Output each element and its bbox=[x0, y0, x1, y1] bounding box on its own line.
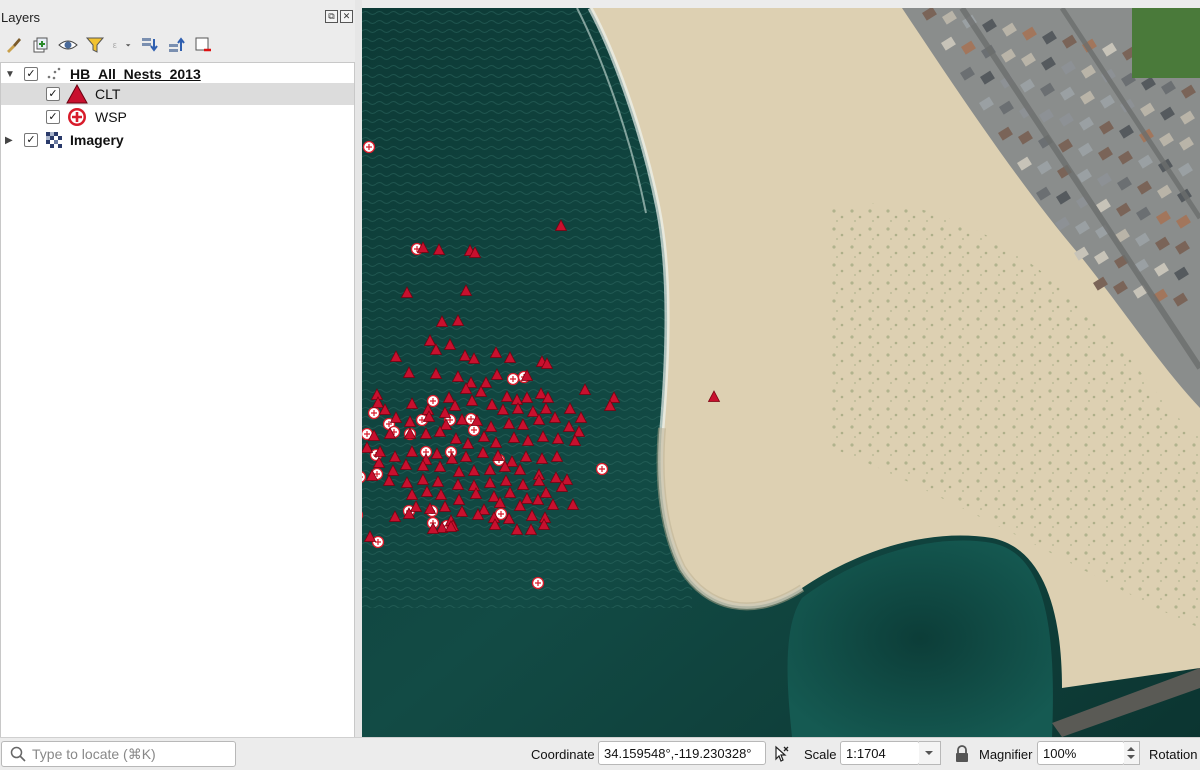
coordinate-field[interactable]: 34.159548°,-119.230328° bbox=[598, 741, 766, 765]
wsp-nest-marker bbox=[531, 576, 545, 590]
wsp-nest-marker bbox=[467, 423, 481, 437]
paintbrush-icon[interactable] bbox=[4, 35, 24, 55]
svg-text:ε: ε bbox=[113, 40, 117, 50]
search-icon bbox=[10, 746, 26, 767]
legend-checkbox-clt[interactable]: ✓ bbox=[46, 87, 60, 101]
layer-name-imagery: Imagery bbox=[70, 132, 124, 148]
locator-bar[interactable]: Type to locate (⌘K) bbox=[1, 741, 236, 767]
wsp-nest-marker bbox=[506, 372, 520, 386]
filter-icon[interactable] bbox=[85, 35, 105, 55]
map-canvas[interactable] bbox=[362, 8, 1200, 737]
remove-layer-icon[interactable] bbox=[193, 35, 213, 55]
panel-title: Layers bbox=[1, 10, 41, 25]
scale-label: Scale bbox=[804, 747, 837, 762]
legend-checkbox-wsp[interactable]: ✓ bbox=[46, 110, 60, 124]
scale-dropdown-button[interactable] bbox=[919, 741, 941, 765]
legend-label-clt: CLT bbox=[95, 86, 121, 102]
close-panel-button[interactable]: ✕ bbox=[340, 10, 353, 23]
panel-splitter[interactable] bbox=[355, 0, 362, 737]
satellite-imagery bbox=[362, 8, 1200, 737]
lock-icon[interactable] bbox=[954, 745, 970, 768]
locator-placeholder: Type to locate (⌘K) bbox=[32, 746, 156, 762]
legend-label-wsp: WSP bbox=[95, 109, 127, 125]
expand-arrow[interactable]: ▶ bbox=[5, 135, 13, 146]
wsp-nest-marker bbox=[426, 394, 440, 408]
expand-all-icon[interactable] bbox=[139, 35, 159, 55]
panel-header: Layers ⧉ ✕ bbox=[0, 0, 355, 25]
legend-row-clt[interactable]: ✓ CLT bbox=[1, 83, 354, 105]
add-group-icon[interactable] bbox=[31, 35, 51, 55]
layer-row-hb-all-nests[interactable]: ▼ ✓ HB_All_Nests_2013 bbox=[1, 63, 354, 85]
layer-row-imagery[interactable]: ▶ ✓ Imagery bbox=[1, 129, 354, 151]
status-bar: Type to locate (⌘K) Coordinate 34.159548… bbox=[0, 737, 1200, 770]
magnifier-label: Magnifier bbox=[979, 747, 1033, 762]
layer-checkbox[interactable]: ✓ bbox=[24, 67, 38, 81]
rotation-label: Rotation bbox=[1149, 747, 1198, 762]
eye-icon[interactable] bbox=[58, 35, 78, 55]
magnifier-stepper[interactable] bbox=[1124, 741, 1140, 765]
expression-filter-icon[interactable]: ε bbox=[112, 35, 132, 55]
mouse-toggle-extents-icon[interactable] bbox=[771, 744, 791, 769]
layers-toolbar: ε bbox=[0, 30, 355, 60]
collapse-all-icon[interactable] bbox=[166, 35, 186, 55]
raster-layer-icon bbox=[46, 132, 62, 153]
layer-name: HB_All_Nests_2013 bbox=[70, 66, 201, 82]
wsp-nest-marker bbox=[362, 140, 376, 154]
wsp-nest-marker bbox=[367, 406, 381, 420]
float-panel-button[interactable]: ⧉ bbox=[325, 10, 338, 23]
scale-field[interactable]: 1:1704 bbox=[840, 741, 920, 765]
imagery-checkbox[interactable]: ✓ bbox=[24, 133, 38, 147]
coordinate-label: Coordinate bbox=[531, 747, 595, 762]
legend-row-wsp[interactable]: ✓ WSP bbox=[1, 106, 354, 128]
magnifier-field[interactable]: 100% bbox=[1037, 741, 1125, 765]
collapse-arrow[interactable]: ▼ bbox=[5, 69, 15, 80]
wsp-nest-marker bbox=[595, 462, 609, 476]
layers-panel: Layers ⧉ ✕ ε ▼ ✓ HB_All_Nests_2013 ✓ CLT… bbox=[0, 0, 355, 738]
layer-tree: ▼ ✓ HB_All_Nests_2013 ✓ CLT ✓ WSP ▶ ✓ Im… bbox=[0, 62, 355, 738]
